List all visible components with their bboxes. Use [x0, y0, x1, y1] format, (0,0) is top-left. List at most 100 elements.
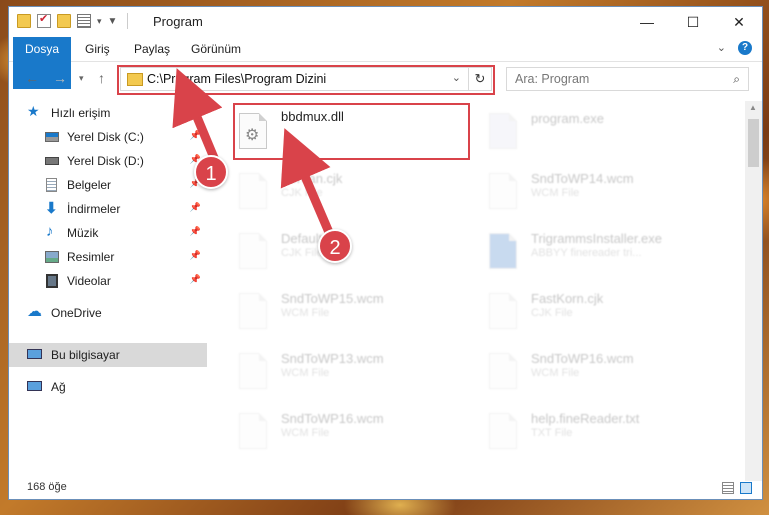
- separator: [127, 13, 129, 29]
- file-type: WCM File: [531, 367, 580, 379]
- file-icon: [237, 173, 269, 213]
- file-type: WCM File: [281, 307, 330, 319]
- maximize-button[interactable]: ☐: [670, 7, 716, 37]
- pin-icon: 📌: [189, 202, 201, 212]
- sidebar-item-label: Yerel Disk (D:): [67, 154, 144, 168]
- documents-icon: [46, 178, 57, 192]
- window-controls: — ☐ ✕: [624, 7, 762, 37]
- file-icon: [487, 413, 519, 453]
- file-item[interactable]: Default.cjk CJK File: [237, 227, 477, 279]
- tab-share[interactable]: Paylaş: [122, 37, 182, 61]
- file-type: WCM File: [281, 427, 330, 439]
- sidebar-item-label: Ağ: [51, 380, 66, 394]
- toolbar-dropdown-icon[interactable]: ▼: [108, 16, 118, 27]
- file-name: TrigrammsInstaller.exe: [531, 231, 662, 246]
- step-2-badge: 2: [318, 229, 352, 263]
- download-icon: ⬇: [45, 200, 58, 217]
- tab-home[interactable]: Giriş: [73, 37, 122, 61]
- scrollbar-thumb[interactable]: [748, 119, 759, 167]
- sidebar-item-label: İndirmeler: [67, 202, 121, 216]
- file-item[interactable]: program.exe: [487, 107, 727, 159]
- sidebar-item-label: OneDrive: [51, 306, 102, 320]
- file-item[interactable]: FastKorn.cjk CJK File: [487, 287, 727, 339]
- file-type: ABBYY finereader tri...: [531, 247, 642, 259]
- network-icon: [27, 381, 42, 391]
- file-item[interactable]: SndToWP16.wcm WCM File: [487, 347, 727, 399]
- exe-file-icon: [487, 113, 519, 153]
- sidebar-item-onedrive[interactable]: ☁ OneDrive: [9, 301, 207, 325]
- vertical-scrollbar[interactable]: ▲: [745, 101, 762, 481]
- address-bar-highlight: [117, 65, 495, 95]
- search-placeholder: Ara: Program: [515, 72, 590, 86]
- file-type: WCM File: [531, 187, 580, 199]
- file-item[interactable]: SndToWP14.wcm WCM File: [487, 167, 727, 219]
- music-icon: ♪: [46, 223, 54, 240]
- file-icon: [237, 233, 269, 273]
- sidebar-item-videos[interactable]: Videolar 📌: [9, 269, 207, 293]
- pin-icon: 📌: [189, 274, 201, 284]
- folder-icon: [17, 14, 31, 28]
- large-icons-view-icon[interactable]: [740, 482, 752, 494]
- sidebar-item-documents[interactable]: Belgeler 📌: [9, 173, 207, 197]
- file-name: program.exe: [531, 111, 604, 126]
- file-type: CJK File: [281, 247, 323, 259]
- pin-icon: 📌: [189, 130, 201, 140]
- sidebar-item-downloads[interactable]: ⬇ İndirmeler 📌: [9, 197, 207, 221]
- file-name: SndToWP16.wcm: [531, 351, 634, 366]
- sidebar-item-this-pc[interactable]: Bu bilgisayar: [9, 343, 207, 367]
- sidebar-item-pictures[interactable]: Resimler 📌: [9, 245, 207, 269]
- search-icon[interactable]: ⌕: [733, 72, 740, 87]
- sidebar-item-local-disk-d[interactable]: Yerel Disk (D:) 📌: [9, 149, 207, 173]
- properties-check-icon[interactable]: [37, 12, 51, 28]
- file-item[interactable]: SndToWP16.wcm WCM File: [237, 407, 477, 459]
- pin-icon: 📌: [189, 226, 201, 236]
- close-button[interactable]: ✕: [716, 7, 762, 37]
- drive-icon: [45, 157, 59, 165]
- file-item[interactable]: SndToWP13.wcm WCM File: [237, 347, 477, 399]
- sidebar-item-label: Videolar: [67, 274, 111, 288]
- ribbon-controls: ⌄ ?: [717, 41, 752, 55]
- file-type: WCM File: [281, 367, 330, 379]
- status-bar: 168 öğe: [9, 477, 762, 499]
- new-folder-icon[interactable]: [57, 14, 71, 28]
- up-button[interactable]: ↑: [98, 70, 105, 86]
- chevron-down-icon[interactable]: ▾: [97, 16, 102, 27]
- sidebar-item-network[interactable]: Ağ: [9, 375, 207, 399]
- ribbon-tabs: Dosya Giriş Paylaş Görünüm ⌄ ?: [9, 37, 762, 89]
- star-icon: ★: [27, 103, 40, 119]
- windows-drive-icon: [45, 132, 59, 142]
- file-type: CJK File: [281, 187, 323, 199]
- navigation-pane: ★ Hızlı erişim Yerel Disk (C:) 📌 Yerel D…: [9, 101, 207, 471]
- sidebar-item-music[interactable]: ♪ Müzik 📌: [9, 221, 207, 245]
- forward-button[interactable]: →: [53, 70, 67, 86]
- file-name: Korean.cjk: [281, 171, 343, 186]
- videos-icon: [46, 274, 58, 288]
- search-input[interactable]: Ara: Program ⌕: [506, 67, 749, 91]
- tab-view[interactable]: Görünüm: [179, 37, 253, 61]
- sidebar-item-local-disk-c[interactable]: Yerel Disk (C:) 📌: [9, 125, 207, 149]
- file-item[interactable]: SndToWP15.wcm WCM File: [237, 287, 477, 339]
- file-name: SndToWP15.wcm: [281, 291, 384, 306]
- item-count: 168 öğe: [27, 481, 67, 493]
- customize-toolbar-icon[interactable]: [77, 14, 91, 28]
- sidebar-item-quick-access[interactable]: ★ Hızlı erişim: [9, 101, 207, 125]
- sidebar-item-label: Yerel Disk (C:): [67, 130, 144, 144]
- scroll-up-icon[interactable]: ▲: [749, 103, 757, 112]
- help-icon[interactable]: ?: [738, 41, 752, 55]
- file-item[interactable]: TrigrammsInstaller.exe ABBYY finereader …: [487, 227, 727, 279]
- file-item[interactable]: Korean.cjk CJK File: [237, 167, 477, 219]
- pictures-icon: [45, 251, 59, 263]
- file-item[interactable]: help.fineReader.txt TXT File: [487, 407, 727, 459]
- file-icon: [487, 293, 519, 333]
- file-icon: [487, 353, 519, 393]
- minimize-button[interactable]: —: [624, 7, 670, 37]
- quick-access-toolbar: ▾ ▼: [17, 12, 129, 29]
- back-button[interactable]: ←: [25, 70, 39, 86]
- sidebar-item-label: Hızlı erişim: [51, 106, 111, 120]
- file-icon: [237, 293, 269, 333]
- file-name: SndToWP14.wcm: [531, 171, 634, 186]
- expand-ribbon-icon[interactable]: ⌄: [717, 41, 726, 55]
- details-view-icon[interactable]: [722, 482, 734, 494]
- recent-locations-icon[interactable]: ▾: [79, 73, 84, 84]
- file-icon: [237, 413, 269, 453]
